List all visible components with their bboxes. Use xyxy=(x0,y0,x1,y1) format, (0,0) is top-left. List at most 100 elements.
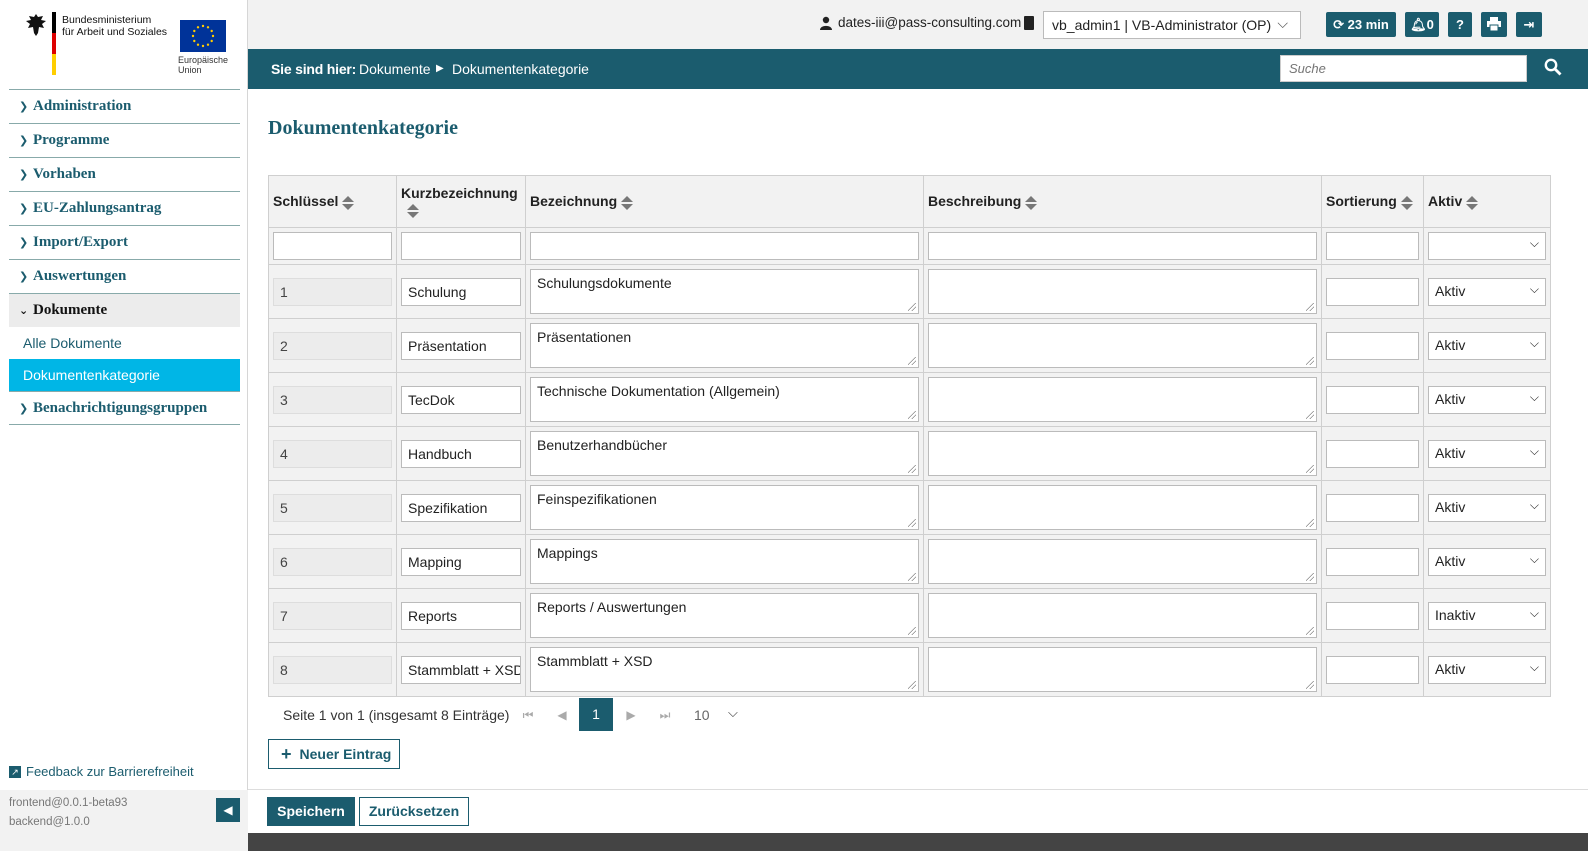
column-header-aktiv: Aktiv xyxy=(1423,175,1551,228)
short-name-input[interactable]: Präsentation xyxy=(401,331,521,360)
sort-icon[interactable] xyxy=(1025,195,1038,210)
sort-icon[interactable] xyxy=(1400,195,1413,210)
description-textarea[interactable] xyxy=(928,647,1317,692)
sort-order-input[interactable] xyxy=(1326,331,1419,360)
first-page-icon[interactable]: ⏮︎ xyxy=(521,706,535,724)
sort-icon[interactable] xyxy=(1466,195,1479,210)
sort-icon[interactable] xyxy=(342,195,355,210)
short-name-input[interactable]: Schulung xyxy=(401,277,521,306)
sort-order-input[interactable] xyxy=(1326,277,1419,306)
name-textarea[interactable]: Mappings xyxy=(530,539,919,584)
chevron-right-icon: ❯ xyxy=(19,401,29,415)
filter-beschreibung-input[interactable] xyxy=(928,232,1317,260)
previous-page-icon[interactable]: ◀ xyxy=(555,706,569,724)
column-header-kurzbezeichnung: Kurzbezeichnung xyxy=(396,175,526,228)
nav-item-administration[interactable]: ❯ Administration xyxy=(9,89,240,123)
sort-order-input[interactable] xyxy=(1326,547,1419,576)
nav-item-eu-zahlungsantrag[interactable]: ❯ EU-Zahlungsantrag xyxy=(9,191,240,225)
table-row: 2 Präsentation Präsentationen Aktiv ⌵ xyxy=(268,318,1551,373)
page-size-select[interactable]: 10 xyxy=(694,707,710,723)
name-textarea[interactable]: Stammblatt + XSD xyxy=(530,647,919,692)
nav-subitem-alle-dokumente[interactable]: Alle Dokumente xyxy=(9,327,240,359)
column-header-beschreibung: Beschreibung xyxy=(923,175,1322,228)
active-select[interactable]: Aktiv ⌵ xyxy=(1428,655,1546,684)
nav-item-auswertungen[interactable]: ❯ Auswertungen xyxy=(9,259,240,293)
active-select[interactable]: Aktiv ⌵ xyxy=(1428,493,1546,522)
sort-order-input[interactable] xyxy=(1326,493,1419,522)
collapse-sidebar-button[interactable]: ◀ xyxy=(216,798,240,822)
search-button[interactable] xyxy=(1544,58,1564,78)
nav-item-benachrichtigungsgruppen[interactable]: ❯ Benachrichtigungsgruppen xyxy=(9,391,240,425)
filter-bezeichnung-input[interactable] xyxy=(530,232,919,260)
chevron-down-icon: ⌵ xyxy=(1529,389,1539,404)
nav-item-vorhaben[interactable]: ❯ Vorhaben xyxy=(9,157,240,191)
filter-schluessel-input[interactable] xyxy=(273,232,392,260)
active-select[interactable]: Aktiv ⌵ xyxy=(1428,547,1546,576)
name-textarea[interactable]: Feinspezifikationen xyxy=(530,485,919,530)
active-select[interactable]: Aktiv ⌵ xyxy=(1428,385,1546,414)
active-select[interactable]: Aktiv ⌵ xyxy=(1428,277,1546,306)
short-name-input[interactable]: Spezifikation xyxy=(401,493,521,522)
sort-icon[interactable] xyxy=(407,203,419,218)
nav-item-programme[interactable]: ❯ Programme xyxy=(9,123,240,157)
description-textarea[interactable] xyxy=(928,593,1317,638)
new-entry-button[interactable]: + Neuer Eintrag xyxy=(268,739,400,769)
sort-order-input[interactable] xyxy=(1326,385,1419,414)
nav-item-dokumente[interactable]: ⌄ Dokumente xyxy=(9,293,240,327)
name-textarea[interactable]: Benutzerhandbücher xyxy=(530,431,919,476)
chevron-down-icon[interactable]: ⌵ xyxy=(728,705,738,721)
notifications-button[interactable]: 🔔︎0 xyxy=(1405,12,1439,37)
ministry-name: Bundesministerium für Arbeit und Soziale… xyxy=(62,14,168,38)
short-name-input[interactable]: Reports xyxy=(401,601,521,630)
save-button[interactable]: Speichern xyxy=(267,797,355,826)
filter-sortierung-input[interactable] xyxy=(1326,232,1419,260)
sort-order-input[interactable] xyxy=(1326,655,1419,684)
sort-order-input[interactable] xyxy=(1326,601,1419,630)
name-textarea[interactable]: Technische Dokumentation (Allgemein) xyxy=(530,377,919,422)
description-textarea[interactable] xyxy=(928,377,1317,422)
print-button[interactable] xyxy=(1481,12,1507,37)
filter-aktiv-select[interactable]: ⌵ xyxy=(1428,232,1546,260)
logout-button[interactable]: ⇥ xyxy=(1516,12,1542,37)
active-select[interactable]: Aktiv ⌵ xyxy=(1428,439,1546,468)
search-icon xyxy=(1544,58,1562,76)
description-textarea[interactable] xyxy=(928,431,1317,476)
bottom-strip xyxy=(248,833,1588,851)
sort-icon[interactable] xyxy=(621,195,634,210)
name-textarea[interactable]: Präsentationen xyxy=(530,323,919,368)
column-header-bezeichnung: Bezeichnung xyxy=(525,175,924,228)
backend-version: backend@1.0.0 xyxy=(9,816,90,828)
session-timer-button[interactable]: ⟳ 23 min xyxy=(1326,12,1396,37)
page-number-button[interactable]: 1 xyxy=(579,698,613,731)
description-textarea[interactable] xyxy=(928,269,1317,314)
description-textarea[interactable] xyxy=(928,323,1317,368)
short-name-input[interactable]: TecDok xyxy=(401,385,521,414)
active-select[interactable]: Aktiv ⌵ xyxy=(1428,331,1546,360)
filter-kurzbezeichnung-input[interactable] xyxy=(401,232,521,260)
nav-item-import-export[interactable]: ❯ Import/Export xyxy=(9,225,240,259)
search-input[interactable] xyxy=(1280,55,1527,82)
sort-order-input[interactable] xyxy=(1326,439,1419,468)
name-textarea[interactable]: Reports / Auswertungen xyxy=(530,593,919,638)
next-page-icon[interactable]: ▶ xyxy=(624,706,638,724)
active-select[interactable]: Inaktiv ⌵ xyxy=(1428,601,1546,630)
description-textarea[interactable] xyxy=(928,485,1317,530)
key-field: 1 xyxy=(273,277,392,306)
bell-icon: 🔔︎ xyxy=(1410,17,1427,32)
role-select[interactable]: vb_admin1 | VB-Administrator (OP) ⌵ xyxy=(1043,11,1301,39)
short-name-input[interactable]: Stammblatt + XSD xyxy=(401,655,521,684)
last-page-icon[interactable]: ⏭︎ xyxy=(658,706,672,724)
help-button[interactable]: ? xyxy=(1448,12,1472,37)
id-badge-icon xyxy=(1024,16,1034,30)
name-textarea[interactable]: Schulungsdokumente xyxy=(530,269,919,314)
eu-name: Europäische Union xyxy=(178,55,229,75)
description-textarea[interactable] xyxy=(928,539,1317,584)
short-name-input[interactable]: Mapping xyxy=(401,547,521,576)
short-name-input[interactable]: Handbuch xyxy=(401,439,521,468)
breadcrumb-dokumente[interactable]: Dokumente xyxy=(359,61,431,77)
nav-subitem-dokumentenkategorie[interactable]: Dokumentenkategorie xyxy=(9,359,240,391)
reset-button[interactable]: Zurücksetzen xyxy=(359,797,469,826)
logo-area: Bundesministerium für Arbeit und Soziale… xyxy=(0,0,248,88)
feedback-accessibility-link[interactable]: ↗ Feedback zur Barrierefreiheit xyxy=(9,764,194,779)
table-row: 1 Schulung Schulungsdokumente Aktiv ⌵ xyxy=(268,264,1551,319)
